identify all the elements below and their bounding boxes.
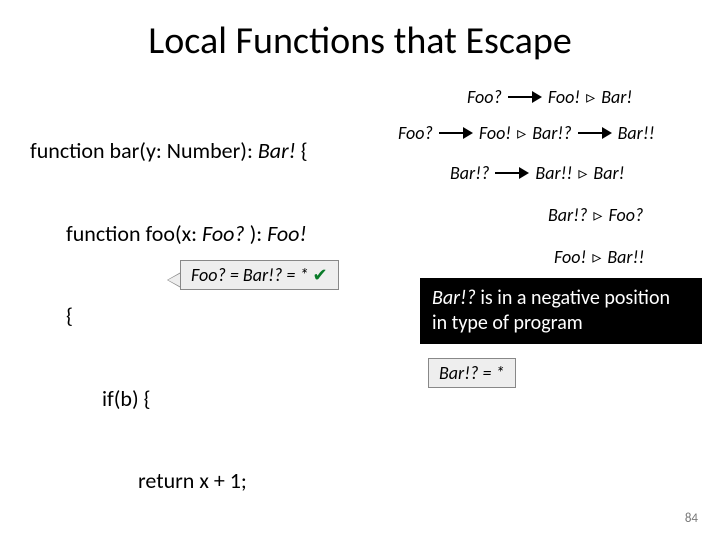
flow-node: Foo! [554, 246, 586, 268]
code-text: ): [250, 220, 268, 247]
triangle-icon: ▹ [586, 86, 595, 108]
arrow-icon [495, 168, 529, 178]
triangle-icon: ▹ [593, 204, 602, 226]
arrow-icon [439, 128, 473, 138]
flow-node: Bar!! [535, 162, 572, 184]
code-text: function foo(x: [66, 220, 202, 247]
callout-box: Foo? = Bar!? = * ✔ [180, 260, 339, 290]
code-line: return x + 1; [30, 467, 690, 495]
flow-node: Bar! [593, 162, 624, 184]
note-text: is in a negative position [476, 286, 670, 310]
type-ital: Bar! [258, 137, 296, 164]
flow-node: Bar!? [450, 162, 489, 184]
type-ital: Foo! [267, 220, 307, 247]
flow-node: Foo? [398, 122, 433, 144]
flow-node: Foo! [479, 122, 511, 144]
flow-row: Foo? Foo! ▹ Bar!? Bar!! [398, 122, 655, 144]
flow-node: Bar!? [548, 204, 587, 226]
note-ital: Bar!? [432, 286, 476, 310]
triangle-icon: ▹ [517, 122, 526, 144]
flow-node: Bar!! [618, 122, 655, 144]
slide-title: Local Functions that Escape [30, 18, 690, 64]
note-line: in type of program [432, 311, 690, 336]
triangle-icon: ▹ [592, 246, 601, 268]
flow-node: Bar!? [532, 122, 571, 144]
type-ital: Foo? [202, 220, 250, 247]
code-text: function bar(y: Number): [30, 137, 258, 164]
flow-node: Foo! [548, 86, 580, 108]
callout-box: Bar!? = * [428, 358, 516, 388]
note-box: Bar!? is in a negative position in type … [420, 278, 702, 344]
flow-row: Bar!? Bar!! ▹ Bar! [450, 162, 625, 184]
note-line: Bar!? is in a negative position [432, 286, 690, 311]
check-icon: ✔ [312, 264, 327, 286]
arrow-icon [578, 128, 612, 138]
callout-pointer-icon [167, 272, 181, 288]
flow-node: Bar! [601, 86, 632, 108]
arrow-icon [508, 92, 542, 102]
code-text: { [296, 137, 308, 164]
flow-row: Foo! ▹ Bar!! [554, 246, 644, 268]
flow-node: Foo? [467, 86, 502, 108]
callout-text: Foo? = Bar!? = * [191, 264, 308, 286]
triangle-icon: ▹ [578, 162, 587, 184]
flow-node: Foo? [608, 204, 643, 226]
code-line: if(b) { [30, 385, 690, 413]
slide: Local Functions that Escape function bar… [0, 0, 720, 540]
flow-node: Bar!! [607, 246, 644, 268]
flow-row: Foo? Foo! ▹ Bar! [467, 86, 632, 108]
flow-row: Bar!? ▹ Foo? [548, 204, 643, 226]
page-number: 84 [685, 511, 698, 526]
callout-text: Bar!? = * [439, 362, 505, 384]
